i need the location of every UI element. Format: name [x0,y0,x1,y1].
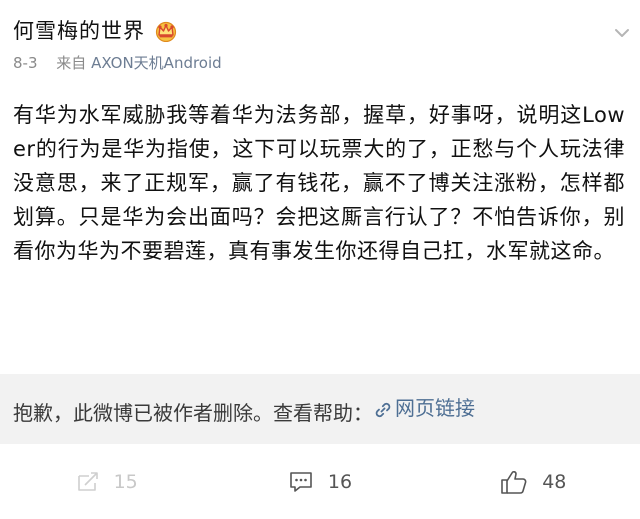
repost-count: 15 [113,470,138,493]
comment-icon [290,471,312,492]
username[interactable]: 何雪梅的世界 [13,18,145,44]
chevron-down-icon[interactable] [614,24,630,37]
like-count: 48 [542,470,567,493]
comment-count: 16 [327,470,353,493]
post-text: 有华为水军威胁我等着华为法务部，握草，好事呀，说明这Lower的行为是华为指使，… [13,103,625,263]
username-row: 何雪梅的世界 [13,18,179,44]
web-link-label: 网页链接 [395,396,475,420]
thumbs-up-icon [501,470,527,494]
post-time: 8-3 [13,54,38,72]
post-meta: 8-3 来自 AXON天机Android [13,53,222,73]
post-source: AXON天机Android [91,54,222,72]
source-prefix: 来自 [56,54,87,72]
deleted-notice-text: 抱歉，此微博已被作者删除。查看帮助： 网页链接 [13,393,475,428]
weibo-post: 何雪梅的世界 8-3 来自 AXON天机Android 有华为水军威胁我等着华为… [0,0,640,519]
deleted-notice: 抱歉，此微博已被作者删除。查看帮助： 网页链接 [0,374,640,444]
repost-icon [77,471,98,491]
comment-button[interactable]: 16 [213,444,426,519]
crown-icon[interactable] [153,20,179,43]
deleted-message: 抱歉，此微博已被作者删除。查看帮助： [13,401,373,425]
link-icon [373,398,393,418]
web-link[interactable]: 网页链接 [373,393,475,423]
repost-button[interactable]: 15 [0,444,213,519]
action-bar: 15 16 48 [0,444,640,519]
like-button[interactable]: 48 [427,444,640,519]
post-header: 何雪梅的世界 8-3 来自 AXON天机Android [0,0,640,82]
